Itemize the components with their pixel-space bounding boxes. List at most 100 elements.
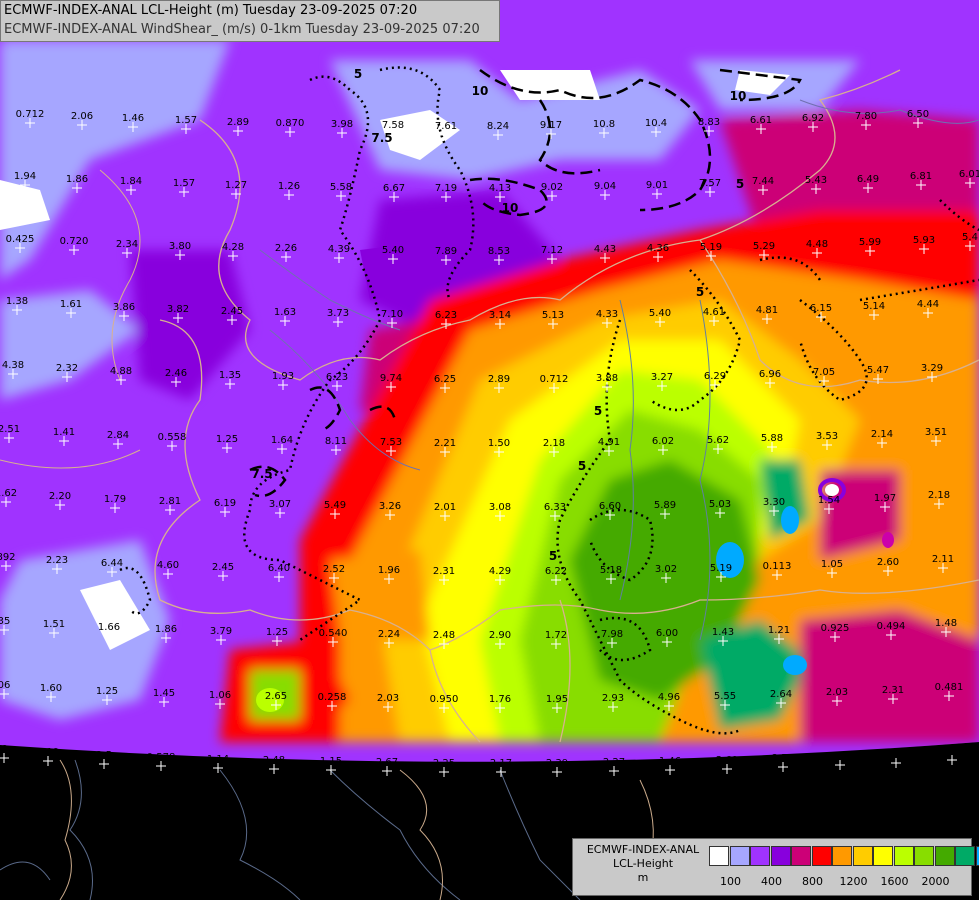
legend-title-line-1: ECMWF-INDEX-ANAL — [586, 843, 700, 856]
point-value: 0.113 — [763, 561, 792, 572]
point-value: 5.55 — [714, 691, 736, 702]
point-value: 1.86 — [66, 174, 88, 185]
point-value: 5.29 — [753, 241, 775, 252]
point-value: 892 — [0, 552, 16, 563]
point-value: 3.88 — [596, 373, 618, 384]
point-value: 1.06 — [209, 690, 231, 701]
point-value: 6.92 — [802, 113, 824, 124]
contour-label: 10 — [502, 201, 519, 215]
map-header: ECMWF-INDEX-ANAL LCL-Height (m) Tuesday … — [0, 0, 500, 42]
color-legend: ECMWF-INDEX-ANAL LCL-Height m 100 400 800 1… — [572, 838, 979, 896]
point-value: 8.24 — [487, 121, 509, 132]
point-value: 4.43 — [594, 244, 616, 255]
point-value: 1.57 — [175, 115, 197, 126]
point-value: 3.86 — [113, 302, 135, 313]
point-value: 6.60 — [599, 501, 621, 512]
point-value: 0.425 — [6, 234, 35, 245]
point-value: 2.16 — [941, 746, 963, 757]
weather-map: 0.712 2.06 1.46 1.57 2.89 0.870 3.98 7.58 7.61 8.… — [0, 0, 979, 900]
point-value: 0.925 — [821, 623, 850, 634]
point-value: 6.22 — [545, 566, 567, 577]
point-value: 0.558 — [158, 432, 187, 443]
point-value: 0.540 — [319, 628, 348, 639]
point-value: 4.33 — [596, 309, 618, 320]
legend-tick-label: 100 — [720, 875, 741, 888]
point-value: 7.12 — [541, 245, 563, 256]
point-value: 7.80 — [855, 111, 877, 122]
point-value: 3.26 — [379, 501, 401, 512]
point-value: 2.89 — [488, 374, 510, 385]
point-value: 1.25 — [216, 434, 238, 445]
point-value: 5.49 — [324, 500, 346, 511]
point-value: 5.93 — [913, 235, 935, 246]
point-value: 2.01 — [434, 502, 456, 513]
point-value: 6.81 — [910, 171, 932, 182]
point-value: 2.18 — [928, 490, 950, 501]
point-value: 1.50 — [488, 438, 510, 449]
point-value: 2.20 — [49, 491, 71, 502]
legend-swatch — [893, 846, 914, 866]
legend-swatch — [709, 846, 729, 866]
point-value: 2.60 — [877, 557, 899, 568]
point-value: 2.67 — [376, 757, 398, 768]
point-value: 2.45 — [212, 562, 234, 573]
point-value: 1.76 — [489, 694, 511, 705]
point-value: 5.19 — [700, 242, 722, 253]
point-value: 7.58 — [382, 120, 404, 131]
point-value: 3.51 — [925, 427, 947, 438]
contour-label: 7.5 — [251, 467, 272, 481]
point-value: 1.26 — [278, 181, 300, 192]
point-value: 2.65 — [265, 691, 287, 702]
legend-swatch — [914, 846, 934, 866]
point-value: 3.29 — [921, 363, 943, 374]
point-value: 6.29 — [704, 371, 726, 382]
point-value: 2.05 — [829, 751, 851, 762]
point-value: 3.14 — [489, 310, 511, 321]
contour-label: 5 — [736, 177, 744, 191]
point-value: 6.61 — [750, 115, 772, 126]
point-value: 6.67 — [383, 183, 405, 194]
point-value: 1.61 — [60, 299, 82, 310]
point-value: 1.27 — [225, 180, 247, 191]
point-value: 1.96 — [378, 565, 400, 576]
point-value: 2.34 — [116, 239, 138, 250]
point-value: 4.44 — [917, 299, 939, 310]
point-value: 4.48 — [806, 239, 828, 250]
point-value: 5.4 — [962, 232, 978, 243]
point-value: 7.53 — [380, 437, 402, 448]
point-value: 0.494 — [877, 621, 906, 632]
point-value: 3.82 — [167, 304, 189, 315]
point-value: 1.97 — [874, 493, 896, 504]
point-value: 1.57 — [173, 178, 195, 189]
point-value: 2.32 — [56, 363, 78, 374]
point-value: 10.8 — [593, 119, 615, 130]
point-value: 1.46 — [122, 113, 144, 124]
legend-swatch — [955, 846, 975, 866]
legend-tick-label: 1200 — [839, 875, 868, 888]
point-value: 6.44 — [101, 558, 123, 569]
point-value: 4.13 — [489, 183, 511, 194]
point-value: 2.25 — [433, 758, 455, 769]
point-value: 2.17 — [490, 758, 512, 769]
point-value: 4.29 — [489, 566, 511, 577]
legend-unit: m — [637, 871, 649, 884]
point-value: 1.93 — [272, 371, 294, 382]
point-value: 1.72 — [545, 630, 567, 641]
point-value: 5.43 — [805, 175, 827, 186]
point-value: 1.41 — [53, 427, 75, 438]
point-value: 2.69 — [716, 755, 738, 766]
point-value: 6.23 — [326, 372, 348, 383]
point-value: 2.5 — [96, 750, 112, 761]
point-value: 2.03 — [826, 687, 848, 698]
point-value: 8.11 — [325, 436, 347, 447]
point-value: 1.64 — [271, 435, 293, 446]
point-value: 9.02 — [541, 182, 563, 193]
point-value: 2.64 — [770, 689, 792, 700]
point-value: 6.15 — [810, 303, 832, 314]
point-value: 4.28 — [222, 242, 244, 253]
point-value: 6 — [1, 744, 7, 755]
point-value: 7.19 — [435, 183, 457, 194]
contour-label: 5 — [578, 459, 586, 473]
point-value: 3.30 — [763, 497, 785, 508]
legend-swatch — [873, 846, 893, 866]
